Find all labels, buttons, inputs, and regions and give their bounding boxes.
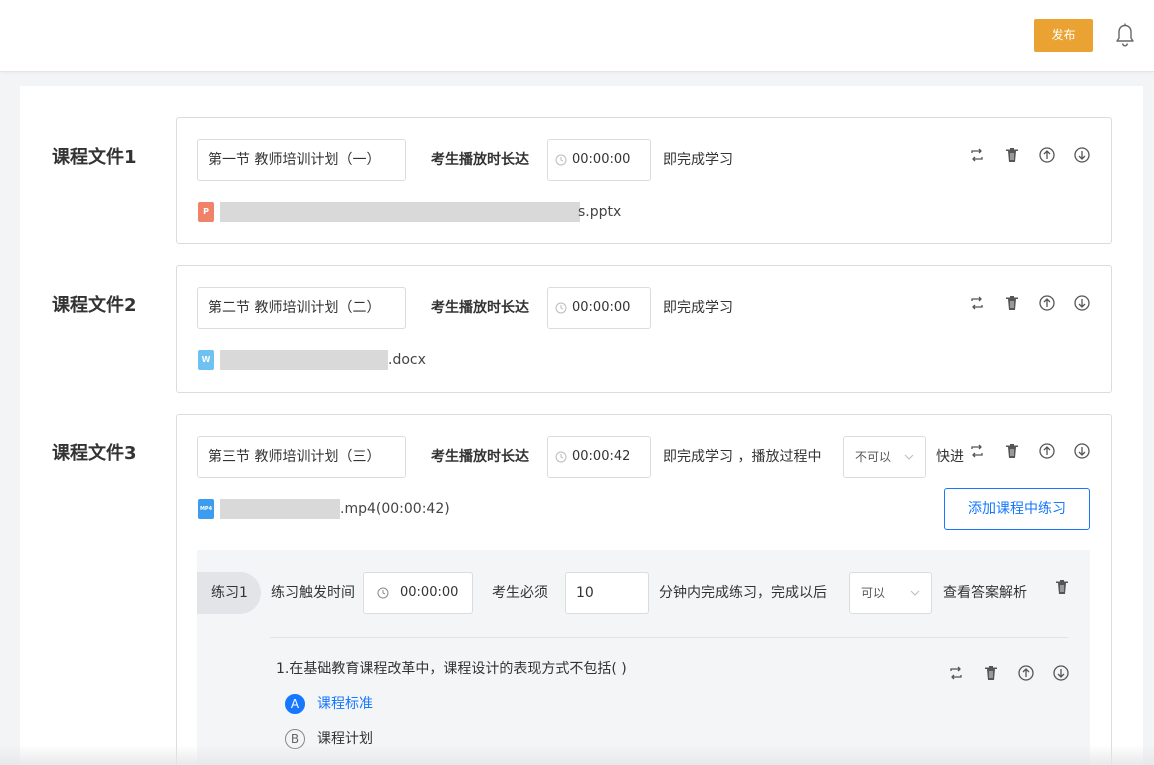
file-extension: .docx [388,352,426,368]
complete-label: 即完成学习 ，播放过程中 [663,449,822,465]
move-up-icon[interactable] [1038,294,1056,312]
trigger-time-input[interactable]: 00:00:00 [363,572,473,614]
course-file-3-time-input[interactable]: 00:00:42 [547,436,651,478]
redacted-filename [220,350,388,370]
course-file-1-attachment[interactable]: P s.pptx [198,202,628,222]
clock-icon [377,587,389,599]
play-duration-label: 考生播放时长达 [431,449,529,465]
complete-label: 即完成学习 [663,152,733,168]
trash-icon[interactable] [1003,146,1021,164]
move-down-icon[interactable] [1073,294,1091,312]
move-down-icon[interactable] [1073,146,1091,164]
clock-icon [555,154,567,166]
trash-icon[interactable] [982,664,1000,682]
move-up-icon[interactable] [1017,664,1035,682]
file-extension: s.pptx [578,204,622,220]
file-extension: .mp4(00:00:42) [340,501,450,517]
minutes-input[interactable]: 10 [565,572,649,614]
minutes-label: 分钟内完成练习，完成以后 [659,585,827,601]
course-file-1-time-input[interactable]: 00:00:00 [547,139,651,181]
move-down-icon[interactable] [1073,442,1091,460]
course-file-3-title-input[interactable]: 第三节 教师培训计划（三） [197,436,406,478]
replace-icon[interactable] [947,664,965,682]
replace-icon[interactable] [968,146,986,164]
question-text: 1.在基础教育课程改革中，课程设计的表现方式不包括( ) [276,661,627,677]
publish-button[interactable]: 发布 [1034,19,1093,52]
select-value: 不可以 [855,450,892,464]
select-value: 可以 [861,586,886,600]
move-up-icon[interactable] [1038,146,1056,164]
replace-icon[interactable] [968,294,986,312]
redacted-filename [220,202,580,222]
bell-icon[interactable] [1112,21,1138,49]
course-file-2-label: 课程文件2 [52,295,137,316]
add-practice-button[interactable]: 添加课程中练习 [944,488,1090,530]
option-a-radio[interactable]: A [285,694,305,714]
view-answer-label: 查看答案解析 [943,585,1027,601]
word-file-icon: W [198,350,214,370]
ppt-file-icon: P [198,202,214,222]
chevron-down-icon [904,454,914,460]
clock-icon [555,302,567,314]
bottom-fade [0,745,1154,765]
move-down-icon[interactable] [1052,664,1070,682]
option-a-text: 课程标准 [317,696,373,712]
mp4-file-icon: MP4 [198,499,214,519]
divider [270,637,1068,638]
course-file-3-attachment[interactable]: MP4 .mp4(00:00:42) [198,499,458,519]
move-up-icon[interactable] [1038,442,1056,460]
trash-icon[interactable] [1003,294,1021,312]
must-label: 考生必须 [492,585,548,601]
fast-forward-select[interactable]: 不可以 [843,436,926,478]
chevron-down-icon [910,590,920,596]
course-file-1-title-input[interactable]: 第一节 教师培训计划（一） [197,139,406,181]
replace-icon[interactable] [968,442,986,460]
play-duration-label: 考生播放时长达 [431,152,529,168]
trash-icon[interactable] [1053,578,1071,596]
practice-tag: 练习1 [197,572,261,614]
course-file-3-label: 课程文件3 [52,443,137,464]
view-answer-select[interactable]: 可以 [849,572,932,614]
time-value: 00:00:00 [400,585,459,600]
course-file-2-time-input[interactable]: 00:00:00 [547,287,651,329]
play-duration-label: 考生播放时长达 [431,300,529,316]
clock-icon [555,451,567,463]
complete-label: 即完成学习 [663,300,733,316]
trigger-time-label: 练习触发时间 [271,585,355,601]
time-value: 00:00:00 [572,152,631,167]
top-bar: 发布 [0,0,1154,72]
course-file-2-card [176,265,1112,393]
time-value: 00:00:42 [572,449,631,464]
course-file-2-title-input[interactable]: 第二节 教师培训计划（二） [197,287,406,329]
time-value: 00:00:00 [572,300,631,315]
course-file-1-label: 课程文件1 [52,147,137,168]
fast-forward-label: 快进 [936,449,964,465]
trash-icon[interactable] [1003,442,1021,460]
redacted-filename [220,499,340,519]
course-file-2-attachment[interactable]: W .docx [198,350,438,370]
